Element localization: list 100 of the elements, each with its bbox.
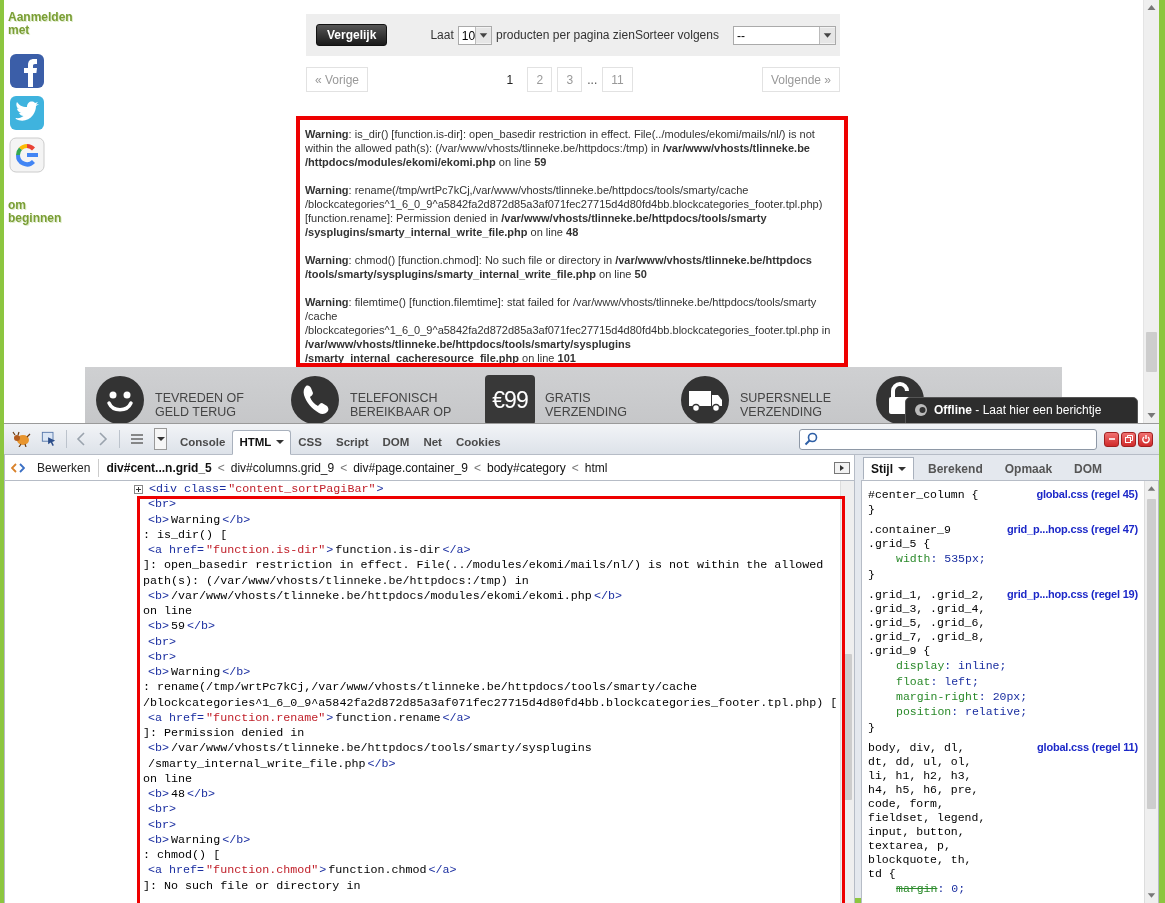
code-line: <br>	[147, 817, 178, 833]
css-selector: .container_9	[868, 523, 951, 538]
dropdown-caret-icon[interactable]	[475, 26, 492, 44]
side-panel-tab[interactable]: DOM	[1066, 457, 1111, 480]
css-property: margin: 0;	[895, 881, 967, 897]
inspect-icon[interactable]	[40, 431, 58, 447]
usp-label: GRATIS VERZENDING	[545, 391, 627, 419]
panel-tab[interactable]: CSS	[291, 429, 329, 455]
breadcrumb-item[interactable]: html	[584, 460, 608, 475]
css-selector: fieldset, legend,	[868, 811, 987, 826]
panel-tab[interactable]: Net	[416, 429, 449, 455]
panel-menu-button[interactable]	[154, 428, 167, 450]
side-panel-tab[interactable]: Opmaak	[996, 457, 1061, 480]
css-selector: code, form,	[868, 797, 945, 812]
panel-tab[interactable]: Console	[173, 429, 233, 455]
css-property: float: left;	[895, 673, 980, 690]
side-panel-tab[interactable]: Stijl	[863, 457, 914, 480]
code-line: ]: No such file or directory in	[142, 878, 362, 894]
page-link[interactable]: 1	[497, 67, 523, 92]
chat-status-text: Offline - Laat hier een berichtje	[934, 403, 1102, 417]
breadcrumb-item[interactable]: div#columns.grid_9	[230, 460, 335, 475]
code-line: <br>	[147, 649, 178, 665]
panel-tab[interactable]: Cookies	[448, 429, 508, 455]
css-selector: blockquote, th,	[868, 853, 973, 868]
code-line: <br>	[147, 634, 178, 650]
code-line: path(s): (/var/www/vhosts/tlinneke.be/httpdocs:/tmp) in	[142, 573, 530, 589]
code-line: on line	[142, 604, 194, 620]
source-link[interactable]: global.css (regel 45)	[1036, 488, 1138, 500]
code-line: on line	[142, 771, 194, 787]
code-line: <b> /var/www/vhosts/tlinneke.be/httpdocs/modules/ekomi/ekomi.php </b>	[147, 588, 623, 604]
back-icon[interactable]	[75, 431, 87, 447]
caret-icon	[156, 437, 165, 441]
usp-label: TEVREDEN OF GELD TERUG	[155, 391, 244, 419]
scrollbar[interactable]	[1144, 481, 1158, 903]
breadcrumb-item[interactable]: div#cent...n.grid_5	[106, 460, 212, 475]
compare-button[interactable]: Vergelijk	[316, 24, 388, 46]
css-selector: td {	[868, 867, 897, 882]
sort-label: Sorteer volgens	[634, 28, 719, 42]
css-selector: .grid_7, .grid_8,	[868, 630, 987, 645]
css-selector: input, button,	[868, 825, 966, 840]
breadcrumb-separator: <	[571, 460, 579, 475]
css-brace: }	[868, 566, 876, 583]
expand-icon[interactable]	[134, 485, 143, 495]
dropdown-caret-icon[interactable]	[819, 26, 835, 44]
side-panel-tab[interactable]: Berekend	[920, 457, 991, 480]
bug-icon[interactable]	[12, 431, 32, 447]
code-line: <a href= "function.chmod"> function.chmod </a>	[147, 863, 458, 879]
search-field[interactable]	[799, 428, 1097, 450]
warning-message: Warning: rename(/tmp/wrtPc7kCj,/var/www/vhosts/tlinneke.be/httpdocs/tools/smarty/cache /blockcategories^1_6_0_9^a5842fa2d872d85a3af071fec27715d4d80fd4bb.blockcategories_footer.tpl.php) [function.rename]: Permission denied in /var/www/vhosts/tlinneke.be/httpdocs/tools/smarty /sysplugins/smarty_internal_write_file.php on line 48	[305, 183, 824, 239]
scroll-thumb[interactable]	[1147, 499, 1156, 809]
scroll-thumb[interactable]	[843, 654, 852, 800]
forward-icon[interactable]	[97, 431, 109, 447]
css-selector: h4, h5, h6, pre,	[868, 783, 980, 798]
truck-icon	[680, 375, 730, 423]
source-link[interactable]: grid_p...hop.css (regel 47)	[1007, 523, 1138, 536]
breadcrumb-separator: <	[217, 460, 225, 475]
code-line: <br>	[147, 802, 178, 818]
code-line: : is_dir() [	[142, 527, 229, 543]
code-line: /blockcategories^1_6_0_9^a5842fa2d872d85a3af071fec27715d4d80fd4bb.blockcategories_footer.tpl.php) [	[142, 695, 839, 711]
per-page-label: producten per pagina zien	[496, 28, 635, 42]
twitter-icon[interactable]	[9, 95, 45, 131]
code-line: <b> Warning </b>	[147, 665, 252, 681]
google-icon[interactable]	[9, 137, 45, 173]
breadcrumb-item[interactable]: div#page.container_9	[353, 460, 468, 475]
menu-icon[interactable]	[128, 431, 146, 447]
css-selector: .grid_5, .grid_6,	[868, 616, 987, 631]
breadcrumb-item[interactable]: body#category	[486, 460, 566, 475]
facebook-icon[interactable]	[9, 53, 45, 89]
panel-tab[interactable]: HTML	[232, 429, 292, 455]
start-label: om beginnen	[8, 199, 63, 225]
css-property: position: relative;	[895, 704, 1029, 720]
css-selector: textarea, p,	[868, 839, 952, 854]
panel-tab[interactable]: Script	[328, 429, 376, 455]
phone-icon	[290, 375, 340, 423]
css-selector: .grid_3, .grid_4,	[868, 602, 987, 617]
code-line: <b> 48 </b>	[147, 787, 217, 803]
code-line: <br>	[147, 497, 178, 513]
source-link[interactable]: global.css (regel 11)	[1037, 741, 1138, 754]
usp-label: SUPERSNELLE VERZENDING	[740, 391, 831, 419]
css-property: margin-right: 20px;	[895, 689, 1029, 705]
scroll-thumb[interactable]	[1146, 332, 1157, 372]
chat-widget[interactable]: Offline - Laat hier een berichtje	[905, 397, 1138, 423]
code-icon[interactable]	[11, 460, 25, 475]
caret-icon	[276, 440, 285, 444]
source-link[interactable]: grid_p...hop.css (regel 19)	[1007, 588, 1138, 601]
warning-message: Warning: is_dir() [function.is-dir]: open_basedir restriction in effect. File(../modules/ekomi/mails/nl/) is not within the allowed path(s): (/var/www/vhosts/tlinneke.be/httpdocs:/tmp) in /var/www/vhosts/tlinneke.be /httpdocs/modules/ekomi/ekomi.php on line 59	[305, 127, 816, 169]
code-line: <div class= "content_sortPagiBar">	[149, 482, 385, 498]
panel-toggle-icon[interactable]	[834, 461, 850, 474]
panel-tab[interactable]: DOM	[375, 429, 417, 455]
edit-button[interactable]: Bewerken	[37, 458, 100, 477]
css-selector: li, h1, h2, h3,	[868, 769, 973, 784]
code-line: ]: open_basedir restriction in effect. File(../modules/ekomi/mails/nl/) is not within the allowed	[142, 558, 825, 574]
css-selector: .grid_5 {	[868, 537, 932, 552]
code-line: /smarty_internal_write_file.php </b>	[147, 756, 397, 772]
show-label: Laat	[430, 28, 454, 42]
scrollbar[interactable]	[1143, 0, 1159, 423]
css-selector: .grid_1, .grid_2,	[868, 588, 986, 603]
per-page-select[interactable]: 10	[457, 25, 493, 45]
sort-select[interactable]: --	[732, 25, 836, 45]
css-selector: .grid_9 {	[868, 644, 932, 659]
